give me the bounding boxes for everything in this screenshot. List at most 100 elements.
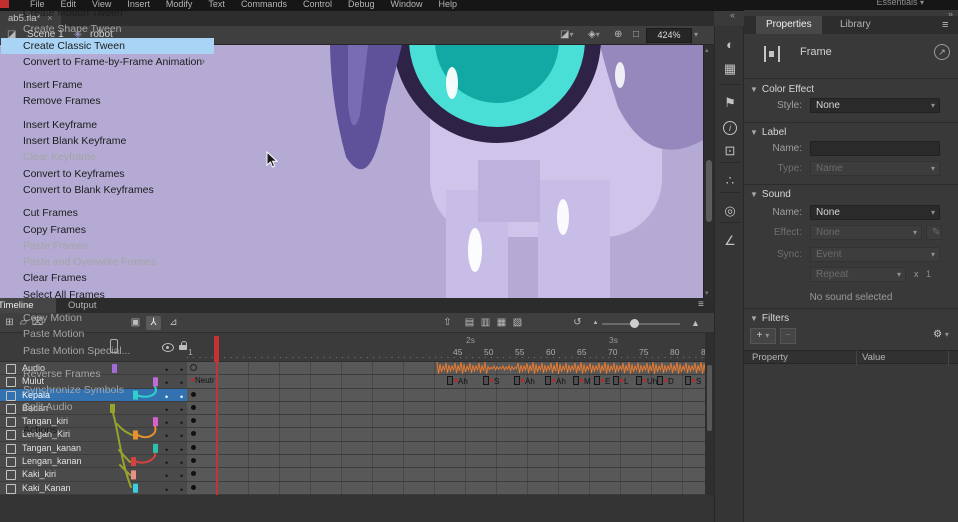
tab-properties[interactable]: Properties: [756, 16, 822, 34]
menu-item-convert-to-frame-by-frame-animation[interactable]: Convert to Frame-by-Frame Animation›: [1, 54, 214, 70]
section-label[interactable]: ▼Label: [750, 127, 786, 138]
frames-row-badan[interactable]: [187, 402, 705, 415]
menu-item-convert-to-keyframes[interactable]: Convert to Keyframes: [1, 166, 214, 182]
layer-lock-dot[interactable]: •: [180, 457, 183, 469]
layer-visible-dot[interactable]: •: [165, 444, 168, 456]
menu-commands[interactable]: Commands: [233, 0, 295, 10]
zoom-chevron-icon[interactable]: ▾: [694, 30, 698, 39]
tab-library[interactable]: Library: [830, 16, 884, 34]
layer-visible-dot[interactable]: •: [165, 484, 168, 496]
layer-visible-dot[interactable]: •: [165, 470, 168, 482]
help-icon[interactable]: ↗: [934, 44, 950, 60]
frames-row-tangan-kiri[interactable]: [187, 415, 705, 428]
frames-row-kepala[interactable]: [187, 389, 705, 402]
frames-row-tangan-kanan[interactable]: [187, 442, 705, 455]
edit-multiple-frames-icon[interactable]: ▦: [494, 316, 509, 330]
menu-help[interactable]: Help: [431, 0, 466, 10]
remove-filter-button[interactable]: −: [780, 328, 796, 344]
menu-item-create-classic-tween[interactable]: Create Classic Tween: [1, 38, 214, 54]
menu-debug[interactable]: Debug: [340, 0, 383, 10]
edit-scene-icon[interactable]: ◪▾: [560, 29, 573, 40]
submenu-arrow-icon: ›: [202, 54, 205, 70]
layer-row-kaki-kiri[interactable]: Kaki_kiri••: [0, 468, 187, 481]
timeline-zoom-slider[interactable]: [602, 323, 680, 325]
frames-row-lengan-kiri[interactable]: [187, 428, 705, 441]
scroll-down-icon[interactable]: ▾: [705, 289, 709, 297]
frames-row-audio[interactable]: [187, 362, 705, 375]
layer-row-tangan-kanan[interactable]: Tangan_kanan••: [0, 442, 187, 455]
menu-item-actions[interactable]: Actions: [1, 422, 214, 438]
style-select[interactable]: None▾: [810, 98, 940, 113]
timeline-bottom-strip: [0, 495, 714, 522]
transform-icon[interactable]: ⊡: [715, 140, 745, 162]
scroll-up-icon[interactable]: ▴: [705, 46, 709, 54]
edit-symbols-icon[interactable]: ◈▾: [588, 29, 600, 40]
style-label: Style:: [744, 100, 802, 111]
motion-editor-icon[interactable]: ∠: [715, 230, 745, 252]
keyframe-dot: [191, 485, 196, 490]
info-icon[interactable]: i: [715, 116, 745, 138]
frames-row-kaki-kiri[interactable]: [187, 468, 705, 481]
frame-actions-icon[interactable]: ⇧: [440, 316, 455, 330]
stage-zoom-input[interactable]: 424%: [646, 28, 692, 43]
label-name-input[interactable]: [810, 141, 940, 156]
loop-icon[interactable]: ↺: [570, 316, 585, 330]
menu-item-insert-frame[interactable]: Insert Frame: [1, 77, 214, 93]
menu-item-select-all-frames[interactable]: Select All Frames: [1, 287, 214, 303]
onion-skin-icon[interactable]: ▤: [462, 316, 477, 330]
menu-item-insert-keyframe[interactable]: Insert Keyframe: [1, 117, 214, 133]
layer-visible-dot[interactable]: •: [165, 457, 168, 469]
menu-item-convert-to-blank-keyframes[interactable]: Convert to Blank Keyframes: [1, 182, 214, 198]
playhead-marker[interactable]: [214, 336, 219, 362]
add-filter-button[interactable]: + ▾: [750, 328, 776, 344]
layer-lock-dot[interactable]: •: [180, 484, 183, 496]
menu-item-insert-blank-keyframe[interactable]: Insert Blank Keyframe: [1, 133, 214, 149]
onion-skin-outlines-icon[interactable]: ▥: [478, 316, 493, 330]
section-color-effect[interactable]: ▼Color Effect: [750, 84, 814, 95]
timeline-zoom-out-icon[interactable]: ▴: [588, 316, 603, 330]
layer-row-kaki-kanan[interactable]: Kaki_Kanan••: [0, 482, 187, 495]
brush-library-icon[interactable]: ∴: [715, 170, 745, 192]
stage-scrollbar[interactable]: ▴ ▾: [703, 45, 714, 298]
menu-item-create-motion-tween[interactable]: Create Motion Tween: [1, 5, 214, 21]
menu-control[interactable]: Control: [295, 0, 340, 10]
menu-item-copy-frames[interactable]: Copy Frames: [1, 222, 214, 238]
filter-options-button[interactable]: ⚙ ▾: [928, 328, 954, 344]
clip-content-icon[interactable]: □: [633, 29, 639, 40]
ruler-frame-80: 80: [670, 347, 679, 357]
align-icon[interactable]: ⚑: [715, 92, 745, 114]
filters-table-header: Property Value: [744, 350, 958, 364]
collapse-dock-icon[interactable]: «: [730, 10, 735, 20]
scrollbar-thumb[interactable]: [707, 365, 712, 431]
modify-markers-icon[interactable]: ▧: [510, 316, 525, 330]
layer-lock-dot[interactable]: •: [180, 444, 183, 456]
chevron-down-icon: ▼: [750, 314, 758, 323]
menu-item-clear-frames[interactable]: Clear Frames: [1, 270, 214, 286]
workspace-switcher[interactable]: Essentials ▾: [876, 0, 924, 7]
panel-menu-icon[interactable]: ≡: [942, 19, 948, 31]
scrollbar-thumb[interactable]: [706, 160, 712, 222]
zoom-slider-knob[interactable]: [630, 319, 639, 328]
menu-item-cut-frames[interactable]: Cut Frames: [1, 205, 214, 221]
lipsync-label-m-4: M: [573, 376, 591, 386]
menu-item-remove-frames[interactable]: Remove Frames: [1, 93, 214, 109]
timeline-menu-icon[interactable]: ≡: [698, 299, 704, 310]
color-panel-icon[interactable]: ◐: [715, 34, 745, 56]
layer-row-lengan-kanan[interactable]: Lengan_kanan••: [0, 455, 187, 468]
sound-name-select[interactable]: None▾: [810, 205, 940, 220]
section-filters[interactable]: ▼Filters: [750, 313, 789, 324]
timeline-scrollbar[interactable]: [705, 333, 714, 495]
sound-effect-select: None▾: [810, 225, 922, 240]
center-frame-icon[interactable]: ⊕: [614, 29, 622, 40]
timeline-zoom-in-icon[interactable]: ▲: [688, 316, 703, 330]
frames-row-mulut[interactable]: NeutrAhSAhAhMELUhDS: [187, 375, 705, 388]
section-sound[interactable]: ▼Sound: [750, 189, 791, 200]
frames-row-kaki-kanan[interactable]: [187, 482, 705, 495]
menu-window[interactable]: Window: [383, 0, 431, 10]
frames-row-lengan-kanan[interactable]: [187, 455, 705, 468]
swatches-icon[interactable]: ▦: [715, 58, 745, 80]
keyframe-dot: [191, 445, 196, 450]
cc-libraries-icon[interactable]: ◎: [715, 200, 745, 222]
frames-grid[interactable]: NeutrAhSAhAhMELUhDS: [187, 362, 705, 495]
layer-lock-dot[interactable]: •: [180, 470, 183, 482]
